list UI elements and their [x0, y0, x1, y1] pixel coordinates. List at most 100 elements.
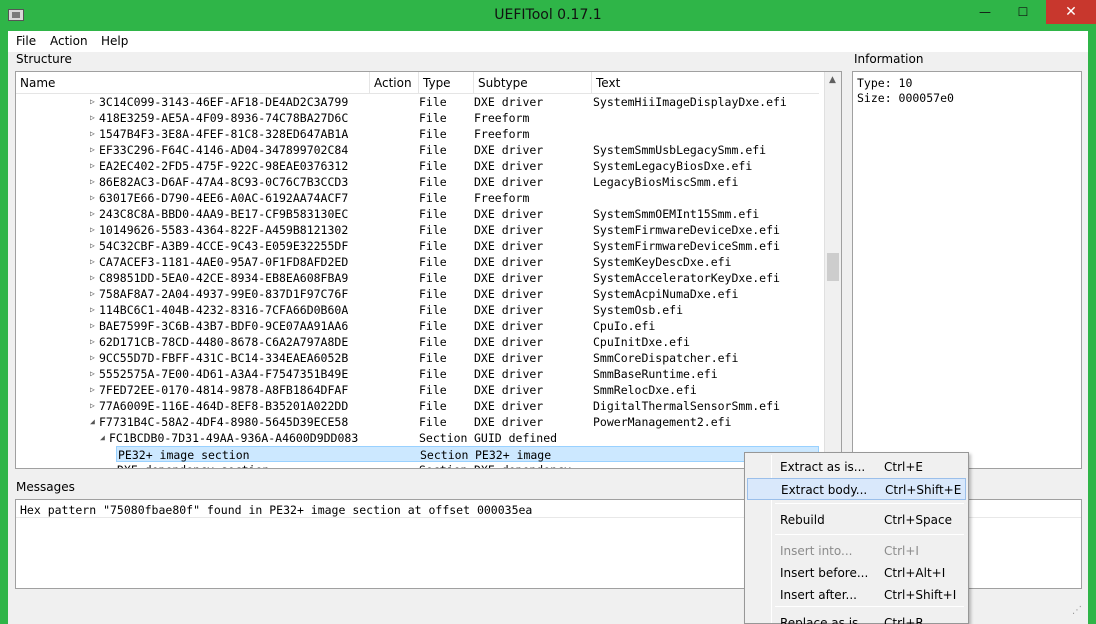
expand-arrow-icon[interactable]: ▷ [90, 366, 95, 382]
row-name: 114BC6C1-404B-4232-8316-7CFA66D0B60A [99, 303, 349, 317]
tree-row[interactable]: ▷ 62D171CB-78CD-4480-8678-C6A2A797A8DE Fil… [16, 334, 819, 350]
title-bar: UEFITool 0.17.1 — ☐ ✕ [0, 0, 1096, 31]
tree-row[interactable]: ◢ FC1BCDB0-7D31-49AA-936A-A4600D9DD083 Sec… [16, 430, 819, 446]
context-item-label: Insert before... [780, 566, 869, 580]
row-name: CA7ACEF3-1181-4AE0-95A7-0F1FD8AFD2ED [99, 255, 349, 269]
expand-arrow-icon[interactable]: ▷ [90, 334, 95, 350]
row-type: File [419, 191, 447, 205]
resize-grip-icon[interactable]: ⋰ [1072, 605, 1082, 616]
collapse-arrow-icon[interactable]: ◢ [90, 414, 95, 430]
minimize-icon[interactable]: — [968, 0, 1002, 24]
tree-row[interactable]: ▷ 54C32CBF-A3B9-4CCE-9C43-E059E32255DF Fil… [16, 238, 819, 254]
expand-arrow-icon[interactable]: ▷ [90, 270, 95, 286]
expand-arrow-icon[interactable]: ▷ [90, 190, 95, 206]
expand-arrow-icon[interactable]: ▷ [90, 222, 95, 238]
tree-row[interactable]: ▷ 3C14C099-3143-46EF-AF18-DE4AD2C3A799 Fil… [16, 94, 819, 110]
tree-row[interactable]: ▷ 243C8C8A-BBD0-4AA9-BE17-CF9B583130EC Fil… [16, 206, 819, 222]
row-type: File [419, 127, 447, 141]
tree-row[interactable]: ▷ C89851DD-5EA0-42CE-8934-EB8EA608FBA9 Fil… [16, 270, 819, 286]
row-type: File [419, 319, 447, 333]
tree-row[interactable]: ◢ F7731B4C-58A2-4DF4-8980-5645D39ECE58 Fil… [16, 414, 819, 430]
row-subtype: DXE driver [474, 287, 544, 301]
tree-row[interactable]: ▷ 9CC55D7D-FBFF-431C-BC14-334EAEA6052B Fil… [16, 350, 819, 366]
tree-row[interactable]: PE32+ image section Section PE32+ image [116, 446, 819, 462]
menu-file[interactable]: File [16, 34, 36, 48]
row-text: SystemLegacyBiosDxe.efi [593, 159, 753, 173]
column-header-text[interactable]: Text [592, 72, 819, 94]
row-text: SystemFirmwareDeviceDxe.efi [593, 223, 780, 237]
row-text: SystemSmmUsbLegacySmm.efi [593, 143, 767, 157]
context-item-insert-before[interactable]: Insert before... Ctrl+Alt+I [747, 562, 966, 584]
tree-scrollbar[interactable]: ▲ [824, 72, 841, 468]
collapse-arrow-icon[interactable]: ◢ [100, 430, 105, 446]
row-name: 243C8C8A-BBD0-4AA9-BE17-CF9B583130EC [99, 207, 349, 221]
column-header-name[interactable]: Name [16, 72, 370, 94]
tree-row[interactable]: ▷ 63017E66-D790-4EE6-A0AC-6192AA74ACF7 Fil… [16, 190, 819, 206]
expand-arrow-icon[interactable]: ▷ [90, 142, 95, 158]
expand-arrow-icon[interactable]: ▷ [90, 174, 95, 190]
expand-arrow-icon[interactable]: ▷ [90, 350, 95, 366]
row-text: LegacyBiosMiscSmm.efi [593, 175, 739, 189]
tree-row[interactable]: ▷ EF33C296-F64C-4146-AD04-347899702C84 Fil… [16, 142, 819, 158]
row-name: DXE dependency section [117, 462, 269, 468]
tree-row[interactable]: ▷ 5552575A-7E00-4D61-A3A4-F7547351B49E Fil… [16, 366, 819, 382]
expand-arrow-icon[interactable]: ▷ [90, 158, 95, 174]
row-type: File [419, 383, 447, 397]
expand-arrow-icon[interactable]: ▷ [90, 94, 95, 110]
tree-row[interactable]: ▷ 418E3259-AE5A-4F09-8936-74C78BA27D6C Fil… [16, 110, 819, 126]
tree-row[interactable]: ▷ EA2EC402-2FD5-475F-922C-98EAE0376312 Fil… [16, 158, 819, 174]
row-subtype: Freeform [474, 111, 530, 125]
row-name: C89851DD-5EA0-42CE-8934-EB8EA608FBA9 [99, 271, 349, 285]
menu-help[interactable]: Help [101, 34, 128, 48]
column-header-subtype[interactable]: Subtype [474, 72, 592, 94]
expand-arrow-icon[interactable]: ▷ [90, 238, 95, 254]
expand-arrow-icon[interactable]: ▷ [90, 318, 95, 334]
row-name: 86E82AC3-D6AF-47A4-8C93-0C76C7B3CCD3 [99, 175, 349, 189]
expand-arrow-icon[interactable]: ▷ [90, 398, 95, 414]
row-subtype: GUID defined [474, 431, 558, 445]
maximize-icon[interactable]: ☐ [1006, 0, 1040, 24]
row-subtype: DXE driver [474, 335, 544, 349]
expand-arrow-icon[interactable]: ▷ [90, 206, 95, 222]
context-item-insert-after[interactable]: Insert after... Ctrl+Shift+I [747, 584, 966, 606]
row-text: CpuInitDxe.efi [593, 335, 690, 349]
tree-row[interactable]: ▷ BAE7599F-3C6B-43B7-BDF0-9CE07AA91AA6 Fil… [16, 318, 819, 334]
expand-arrow-icon[interactable]: ▷ [90, 302, 95, 318]
tree-row[interactable]: ▷ 114BC6C1-404B-4232-8316-7CFA66D0B60A Fil… [16, 302, 819, 318]
column-header-action[interactable]: Action [370, 72, 419, 94]
tree-row[interactable]: ▷ 77A6009E-116E-464D-8EF8-B35201A022DD Fil… [16, 398, 819, 414]
message-item[interactable]: Hex pattern "75080fbae80f" found in PE32… [20, 502, 532, 518]
scrollbar-thumb[interactable] [827, 253, 839, 281]
expand-arrow-icon[interactable]: ▷ [90, 110, 95, 126]
expand-arrow-icon[interactable]: ▷ [90, 254, 95, 270]
row-subtype: DXE driver [474, 399, 544, 413]
context-item-replace-as-is[interactable]: Replace as is... Ctrl+R [747, 612, 966, 624]
tree-row[interactable]: ▷ 758AF8A7-2A04-4937-99E0-837D1F97C76F Fil… [16, 286, 819, 302]
context-item-rebuild[interactable]: Rebuild Ctrl+Space [747, 509, 966, 531]
row-text: PowerManagement2.efi [593, 415, 732, 429]
structure-tree[interactable]: Name Action Type Subtype Text ▷ 3C14C099-… [15, 71, 842, 469]
context-item-extract-body[interactable]: Extract body... Ctrl+Shift+E [747, 478, 966, 500]
menu-action[interactable]: Action [50, 34, 88, 48]
expand-arrow-icon[interactable]: ▷ [90, 382, 95, 398]
context-item-extract-as-is[interactable]: Extract as is... Ctrl+E [747, 456, 966, 478]
menu-separator [775, 534, 964, 535]
row-type: File [419, 95, 447, 109]
scroll-up-icon[interactable]: ▲ [829, 75, 836, 85]
expand-arrow-icon[interactable]: ▷ [90, 126, 95, 142]
tree-row[interactable]: ▷ CA7ACEF3-1181-4AE0-95A7-0F1FD8AFD2ED Fil… [16, 254, 819, 270]
info-size-line: Size: 000057e0 [857, 91, 954, 105]
tree-row[interactable]: DXE dependency section Section DXE depende… [16, 462, 819, 468]
row-name: 10149626-5583-4364-822F-A459B8121302 [99, 223, 349, 237]
tree-row[interactable]: ▷ 1547B4F3-3E8A-4FEF-81C8-328ED647AB1A Fil… [16, 126, 819, 142]
expand-arrow-icon[interactable]: ▷ [90, 286, 95, 302]
tree-row[interactable]: ▷ 10149626-5583-4364-822F-A459B8121302 Fil… [16, 222, 819, 238]
row-type: File [419, 399, 447, 413]
row-text: SystemSmmOEMInt15Smm.efi [593, 207, 760, 221]
close-icon[interactable]: ✕ [1046, 0, 1096, 24]
tree-row[interactable]: ▷ 7FED72EE-0170-4814-9878-A8FB1864DFAF Fil… [16, 382, 819, 398]
column-header-type[interactable]: Type [419, 72, 474, 94]
tree-row[interactable]: ▷ 86E82AC3-D6AF-47A4-8C93-0C76C7B3CCD3 Fil… [16, 174, 819, 190]
row-name: 3C14C099-3143-46EF-AF18-DE4AD2C3A799 [99, 95, 349, 109]
context-item-shortcut: Ctrl+Shift+E [885, 483, 962, 497]
